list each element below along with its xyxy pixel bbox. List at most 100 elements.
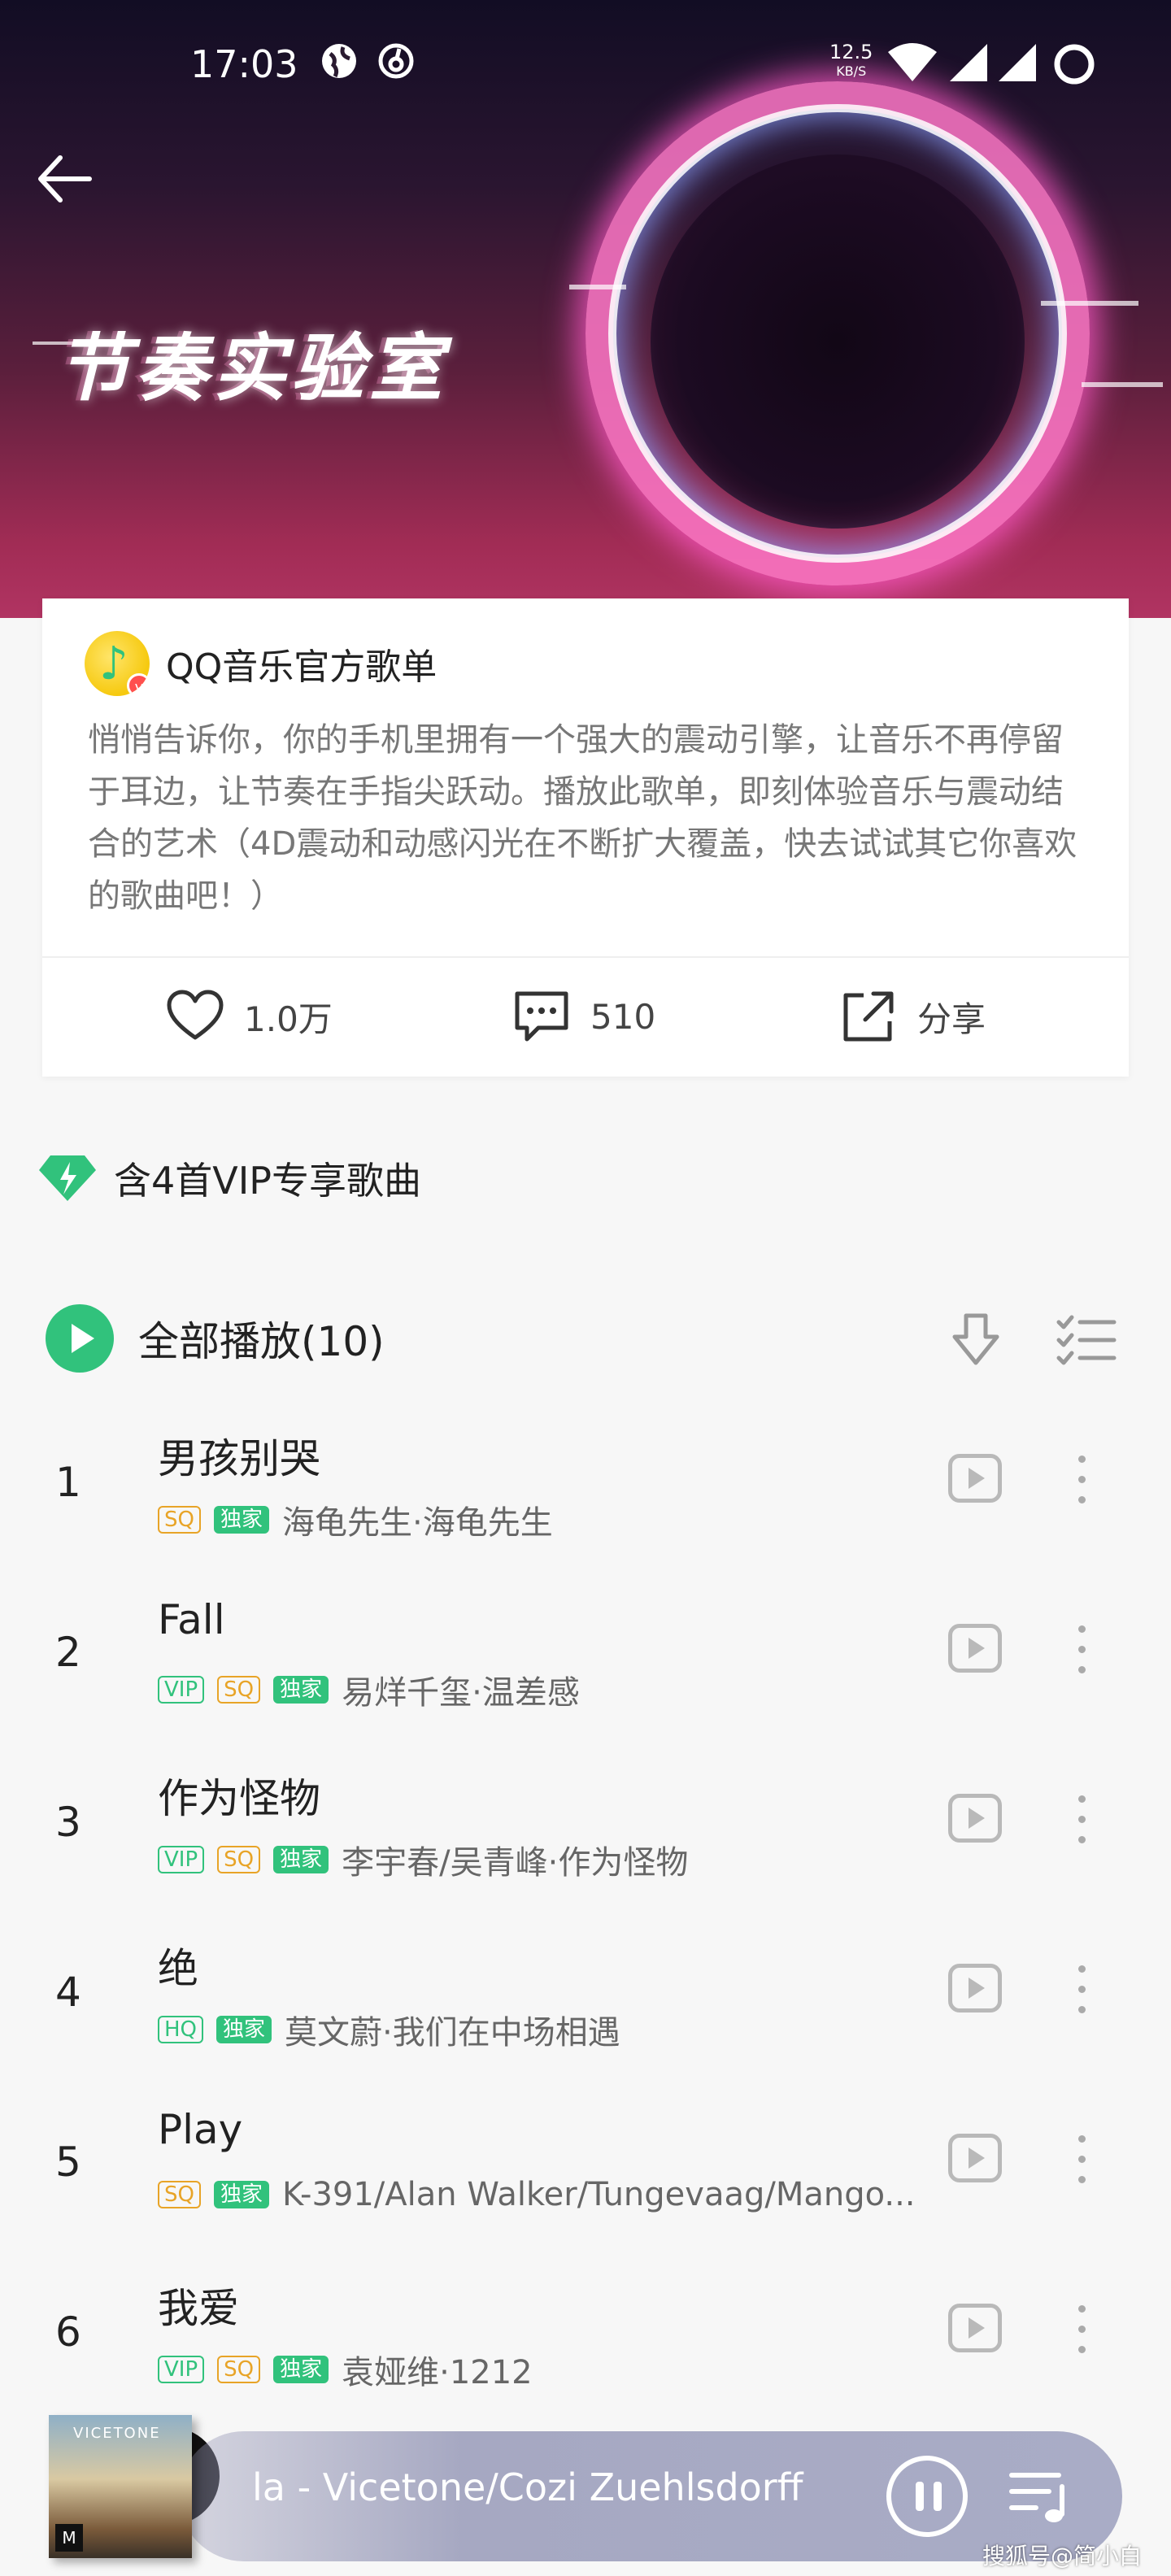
- watermark: 搜狐号@简小白: [982, 2543, 1143, 2569]
- creator-name[interactable]: QQ音乐官方歌单: [166, 637, 437, 690]
- creator-avatar[interactable]: ♪ v: [85, 631, 150, 696]
- song-artist: 袁娅维·1212: [342, 2354, 533, 2391]
- song-artist: 海龟先生·海龟先生: [281, 1504, 553, 1542]
- quality-tag: SQ: [158, 1506, 201, 1534]
- mv-play-icon[interactable]: [948, 1964, 1002, 2012]
- share-icon: [843, 991, 894, 1042]
- more-options-icon[interactable]: [1065, 1791, 1098, 1847]
- vip-songs-notice[interactable]: 含4首VIP专享歌曲: [37, 1151, 421, 1205]
- status-time: 17:03: [190, 42, 298, 86]
- comment-count: 510: [590, 996, 656, 1037]
- quality-tag: SQ: [217, 1676, 261, 1704]
- mini-player[interactable]: la - Vicetone/Cozi Zuehlsdorff: [179, 2431, 1122, 2561]
- playlist-banner: 节奏实验室 17:03 12.5 KB/S: [0, 0, 1171, 618]
- song-row[interactable]: 2 Fall VIP SQ 独家 易烊千玺·温差感: [0, 1585, 1171, 1747]
- comment-icon: [515, 991, 568, 1042]
- song-row[interactable]: 6 我爱 VIP SQ 独家 袁娅维·1212: [0, 2265, 1171, 2427]
- neon-ring-inner: [608, 104, 1067, 563]
- song-number: 5: [55, 2139, 81, 2186]
- download-button[interactable]: [945, 1309, 1007, 1371]
- playlist-info-card: ♪ v QQ音乐官方歌单 悄悄告诉你，你的手机里拥有一个强大的震动引擎，让音乐不…: [42, 598, 1129, 1077]
- multi-select-button[interactable]: [1056, 1309, 1117, 1371]
- song-meta: VIP SQ 独家 易烊千玺·温差感: [158, 1666, 580, 1713]
- battery-ring-icon: [1052, 42, 1096, 94]
- quality-tag: VIP: [158, 2356, 205, 2383]
- song-number: 2: [55, 1629, 81, 1676]
- song-artist: 易烊千玺·温差感: [342, 1674, 580, 1712]
- back-arrow-icon: [38, 155, 92, 202]
- globe-icon: [320, 42, 358, 88]
- album-cover[interactable]: VICETONE M: [49, 2415, 192, 2558]
- wifi-icon: [886, 42, 938, 91]
- quality-tag: VIP: [158, 1676, 205, 1704]
- quality-tag: SQ: [217, 1846, 261, 1873]
- quality-tag: VIP: [158, 1846, 205, 1873]
- pause-icon: [934, 2482, 942, 2511]
- song-number: 6: [55, 2308, 81, 2356]
- signal-icon: [997, 42, 1038, 91]
- glitch-line: [1041, 301, 1138, 306]
- download-icon: [952, 1313, 999, 1365]
- like-count: 1.0万: [244, 999, 333, 1039]
- divider: [42, 956, 1129, 958]
- quality-tag: SQ: [158, 2181, 201, 2208]
- monstercat-logo-icon: M: [55, 2524, 83, 2552]
- share-button[interactable]: 分享: [838, 981, 986, 1052]
- pause-button[interactable]: [886, 2456, 968, 2537]
- playlist-description[interactable]: 悄悄告诉你，你的手机里拥有一个强大的震动引擎，让音乐不再停留于耳边，让节奏在手指…: [88, 714, 1088, 922]
- now-playing-text[interactable]: la - Vicetone/Cozi Zuehlsdorff: [252, 2465, 803, 2509]
- share-label: 分享: [917, 999, 986, 1039]
- mv-play-icon[interactable]: [948, 2304, 1002, 2352]
- playlist-queue-button[interactable]: [1008, 2465, 1073, 2527]
- like-button[interactable]: 1.0万: [164, 981, 333, 1052]
- more-options-icon[interactable]: [1065, 1960, 1098, 2017]
- song-number: 1: [55, 1459, 81, 1506]
- song-artist: K-391/Alan Walker/Tungevaag/Mango...: [281, 2176, 916, 2213]
- quality-tag: HQ: [158, 2016, 204, 2043]
- glitch-line: [1082, 382, 1163, 387]
- play-all-button[interactable]: 全部播放(10): [46, 1304, 385, 1373]
- mv-play-icon[interactable]: [948, 1794, 1002, 1843]
- mv-play-icon[interactable]: [948, 1624, 1002, 1673]
- banner-title: 节奏实验室: [57, 326, 447, 411]
- song-title: Play: [158, 2106, 243, 2153]
- song-number: 4: [55, 1969, 81, 2016]
- song-meta: SQ 独家 K-391/Alan Walker/Tungevaag/Mango...: [158, 2176, 916, 2213]
- song-number: 3: [55, 1799, 81, 1846]
- song-title: 我爱: [158, 2285, 239, 2332]
- song-title: Fall: [158, 1596, 225, 1643]
- quality-tag: 独家: [216, 2016, 272, 2043]
- song-row[interactable]: 3 作为怪物 VIP SQ 独家 李宇春/吴青峰·作为怪物: [0, 1755, 1171, 1917]
- pause-icon: [916, 2482, 924, 2511]
- more-options-icon[interactable]: [1065, 1621, 1098, 1677]
- quality-tag: SQ: [217, 2356, 261, 2383]
- song-meta: VIP SQ 独家 袁娅维·1212: [158, 2346, 533, 2393]
- more-options-icon[interactable]: [1065, 2130, 1098, 2187]
- netease-music-icon: [377, 42, 415, 88]
- play-all-label: 全部播放(10): [138, 1318, 385, 1365]
- song-row[interactable]: 4 绝 HQ 独家 莫文蔚·我们在中场相遇: [0, 1925, 1171, 2087]
- song-meta: SQ 独家 海龟先生·海龟先生: [158, 1496, 553, 1543]
- song-title: 绝: [158, 1945, 198, 1992]
- glitch-line: [569, 285, 626, 289]
- vip-notice-text: 含4首VIP专享歌曲: [114, 1159, 422, 1203]
- quality-tag: 独家: [213, 2181, 269, 2208]
- checklist-icon: [1056, 1315, 1117, 1365]
- music-note-icon: ♪: [99, 637, 128, 690]
- mv-play-icon[interactable]: [948, 2134, 1002, 2182]
- quality-tag: 独家: [273, 1846, 329, 1873]
- comment-button[interactable]: 510: [511, 981, 655, 1052]
- net-speed: 12.5 KB/S: [829, 41, 873, 79]
- mv-play-icon[interactable]: [948, 1454, 1002, 1503]
- song-row[interactable]: 1 男孩别哭 SQ 独家 海龟先生·海龟先生: [0, 1415, 1171, 1577]
- song-row[interactable]: 5 Play SQ 独家 K-391/Alan Walker/Tungevaag/Man…: [0, 2095, 1171, 2257]
- more-options-icon[interactable]: [1065, 2300, 1098, 2357]
- playlist-queue-icon: [1009, 2473, 1064, 2522]
- song-title: 作为怪物: [158, 1775, 320, 1822]
- more-options-icon[interactable]: [1065, 1451, 1098, 1508]
- play-icon: [46, 1304, 114, 1373]
- song-title: 男孩别哭: [158, 1435, 320, 1482]
- vip-diamond-icon: [39, 1155, 96, 1201]
- back-button[interactable]: [33, 146, 98, 211]
- cover-brand: VICETONE: [73, 2425, 161, 2442]
